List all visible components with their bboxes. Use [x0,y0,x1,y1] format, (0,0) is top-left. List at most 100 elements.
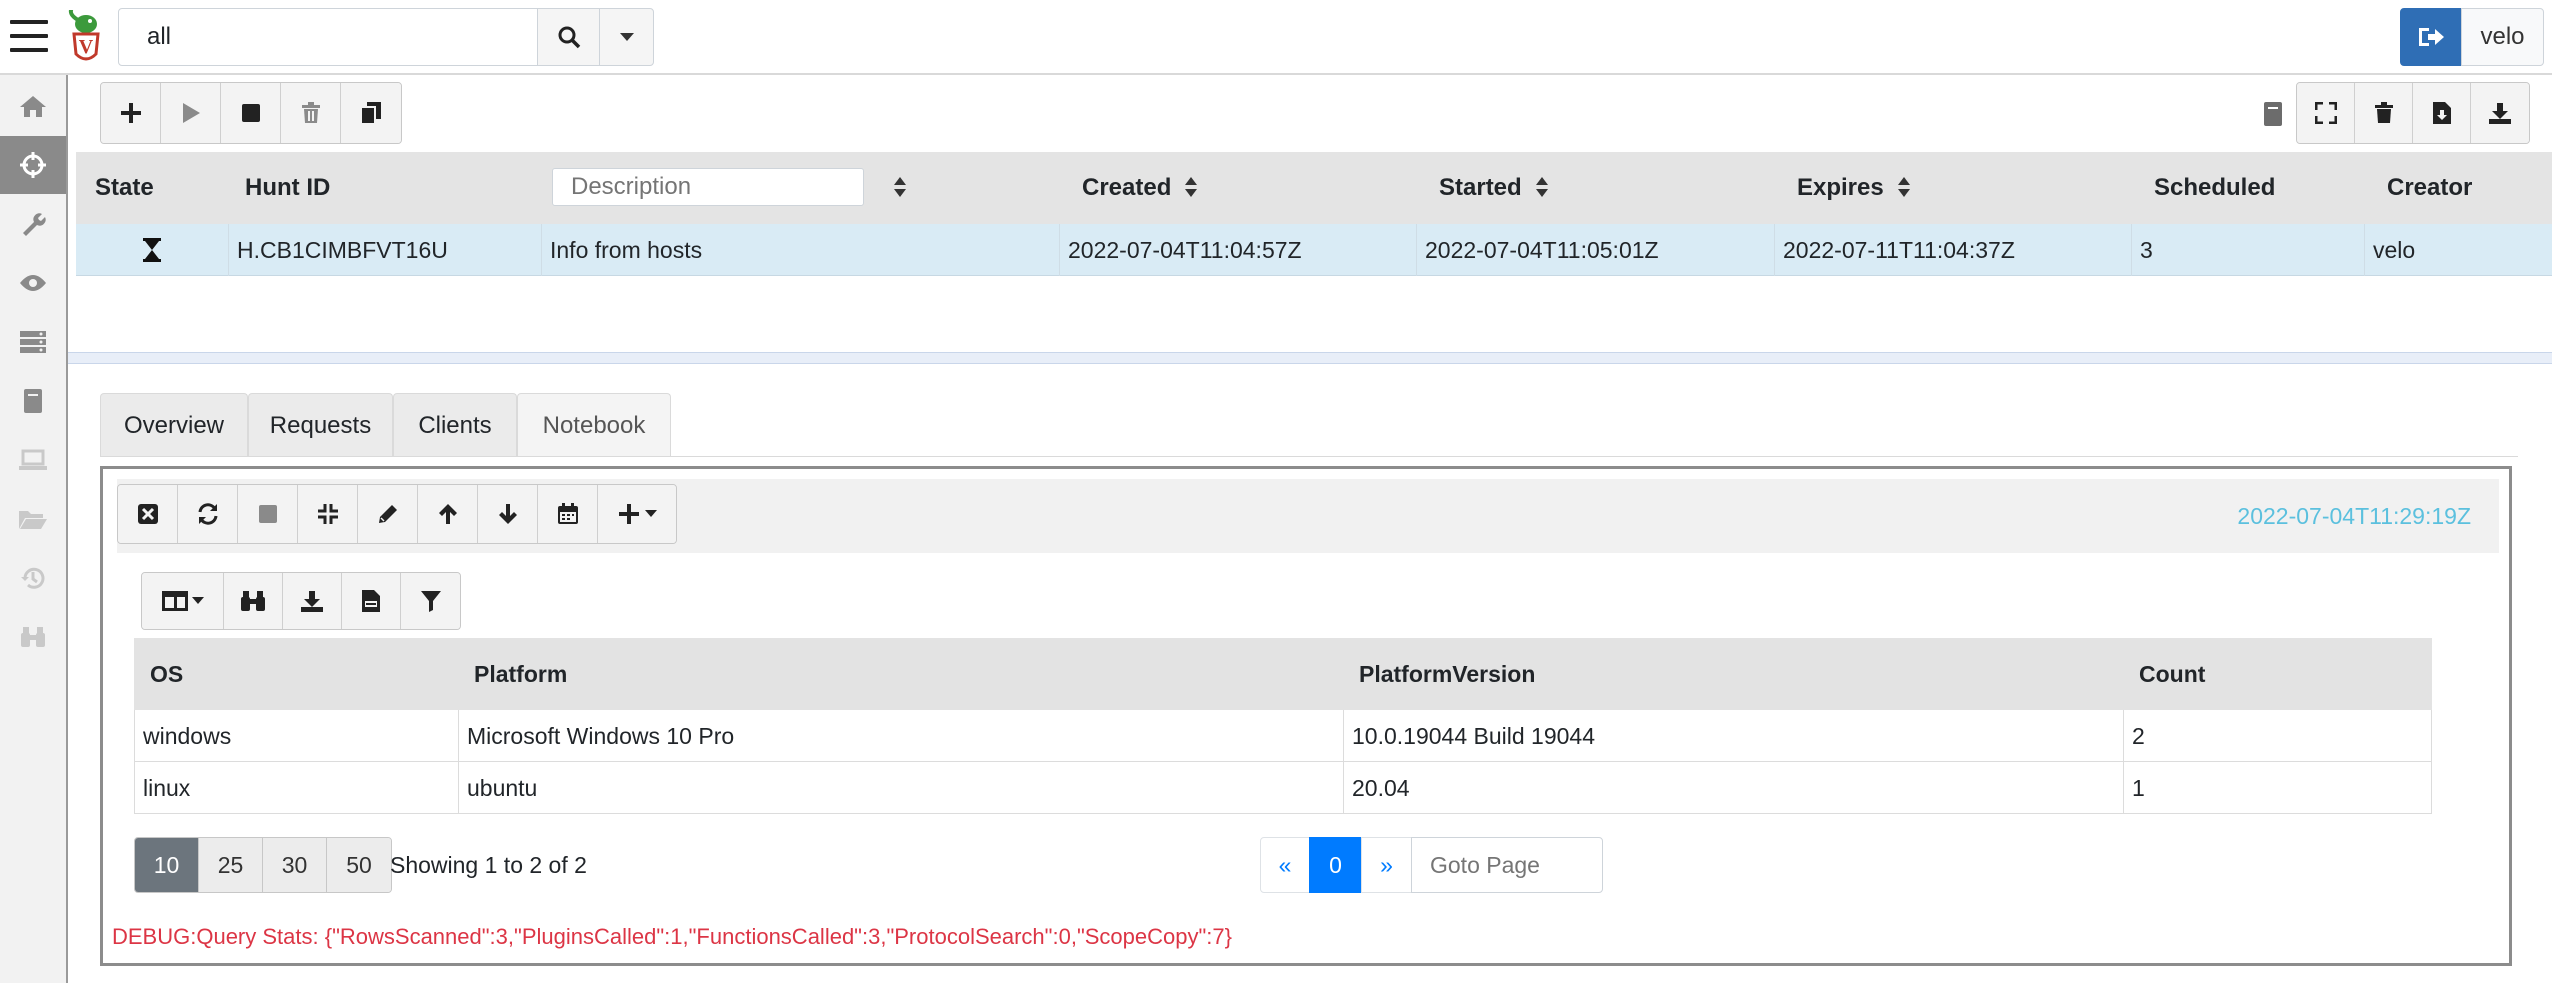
trash-icon [301,102,320,123]
book-icon [2264,102,2282,126]
velociraptor-logo: V [66,6,110,66]
description-filter-input[interactable] [552,168,864,206]
compress-icon [317,504,338,524]
user-menu-button[interactable]: velo [2461,8,2544,66]
edit-cell-button[interactable] [358,485,418,543]
count-cell: 1 [2123,762,2432,814]
sidebar-item-hunt-results[interactable] [0,608,66,666]
current-page-button[interactable]: 0 [1309,837,1362,893]
sidebar-item-server[interactable] [0,313,66,371]
column-started[interactable]: Started [1439,152,1548,224]
download-button[interactable] [2471,83,2529,143]
wrench-icon [23,213,46,236]
prev-page-button[interactable]: « [1260,837,1310,893]
sort-description-icon[interactable] [880,152,906,224]
column-state: State [95,174,154,201]
stop-icon [258,505,277,523]
hunt-scheduled-cell: 3 [2131,224,2364,276]
filter-button[interactable] [401,573,460,629]
search-button[interactable] [537,8,600,66]
fullscreen-button[interactable] [2297,83,2355,143]
column-platform[interactable]: Platform [458,638,1343,710]
sidebar-item-events[interactable] [0,254,66,312]
page-size-10[interactable]: 10 [135,838,199,892]
stop-hunt-button[interactable] [221,83,281,143]
plus-icon [120,103,141,123]
search-icon [558,26,580,49]
menu-icon[interactable] [10,20,48,60]
download-table-button[interactable] [283,573,342,629]
sidebar-item-client[interactable] [0,431,66,489]
add-cell-dropdown[interactable] [598,485,676,543]
move-cell-up-button[interactable] [418,485,478,543]
logout-button[interactable] [2400,8,2462,66]
column-os[interactable]: OS [134,638,458,710]
folder-open-icon [19,511,47,529]
table-actions-toolbar [2296,82,2530,144]
search-table-button[interactable] [224,573,283,629]
split-pane-divider[interactable] [68,352,2552,364]
stop-icon [241,104,260,122]
hunt-actions-toolbar [100,82,402,144]
tab-clients[interactable]: Clients [393,393,517,457]
move-cell-down-button[interactable] [478,485,538,543]
platform-version-cell: 20.04 [1343,762,2123,814]
next-page-button[interactable]: » [1361,837,1412,893]
notebook-view-button[interactable] [2248,86,2298,142]
copy-hunt-button[interactable] [341,83,401,143]
os-cell: windows [134,710,458,762]
sidebar-item-hunt-manager[interactable] [0,136,66,194]
sidebar-item-history[interactable] [0,549,66,607]
os-cell: linux [134,762,458,814]
columns-icon [161,591,188,611]
tab-overview[interactable]: Overview [100,393,248,457]
search-options-dropdown[interactable] [599,8,654,66]
history-icon [21,567,45,589]
column-platform-version[interactable]: PlatformVersion [1343,638,2123,710]
cell-actions-toolbar [117,484,677,544]
close-box-icon [137,504,158,524]
file-csv-icon [362,590,380,612]
export-button[interactable] [2413,83,2471,143]
column-created[interactable]: Created [1082,152,1198,224]
hunt-row[interactable]: H.CB1CIMBFVT16U Info from hosts 2022-07-… [76,224,2552,276]
column-expires[interactable]: Expires [1797,152,1910,224]
page-size-30[interactable]: 30 [263,838,327,892]
tab-requests[interactable]: Requests [248,393,393,457]
stop-cell-button[interactable] [238,485,298,543]
calendar-button[interactable] [538,485,598,543]
sidebar-item-vfs[interactable] [0,490,66,548]
delete-hunt-button[interactable] [281,83,341,143]
caret-down-icon [619,33,634,41]
sign-out-icon [2419,28,2444,46]
columns-dropdown[interactable] [142,573,224,629]
home-icon [20,96,46,117]
sidebar-item-notebooks[interactable] [0,372,66,430]
refresh-cell-button[interactable] [178,485,238,543]
goto-page-input[interactable] [1411,837,1603,893]
hunt-id-cell[interactable]: H.CB1CIMBFVT16U [228,224,541,276]
column-hunt-id: Hunt ID [245,174,331,201]
tab-notebook[interactable]: Notebook [517,393,671,457]
new-hunt-button[interactable] [101,83,161,143]
export-csv-button[interactable] [342,573,401,629]
plus-icon [618,504,639,524]
column-scheduled: Scheduled [2154,174,2276,201]
table-tools-toolbar [141,572,461,630]
file-download-icon [2432,102,2451,124]
calendar-icon [557,503,578,524]
collapse-cell-button[interactable] [298,485,358,543]
page-size-50[interactable]: 50 [327,838,391,892]
search-input[interactable] [118,8,538,66]
sidebar-item-home[interactable] [0,77,66,135]
laptop-icon [19,449,47,470]
column-count[interactable]: Count [2123,638,2432,710]
debug-query-stats: DEBUG:Query Stats: {"RowsScanned":3,"Plu… [112,924,1232,949]
hunt-expires-cell: 2022-07-11T11:04:37Z [1774,224,2131,276]
page-size-25[interactable]: 25 [199,838,263,892]
play-icon [182,103,200,123]
delete-button[interactable] [2355,83,2413,143]
close-cell-button[interactable] [118,485,178,543]
sidebar-item-artifacts[interactable] [0,195,66,253]
run-hunt-button[interactable] [161,83,221,143]
